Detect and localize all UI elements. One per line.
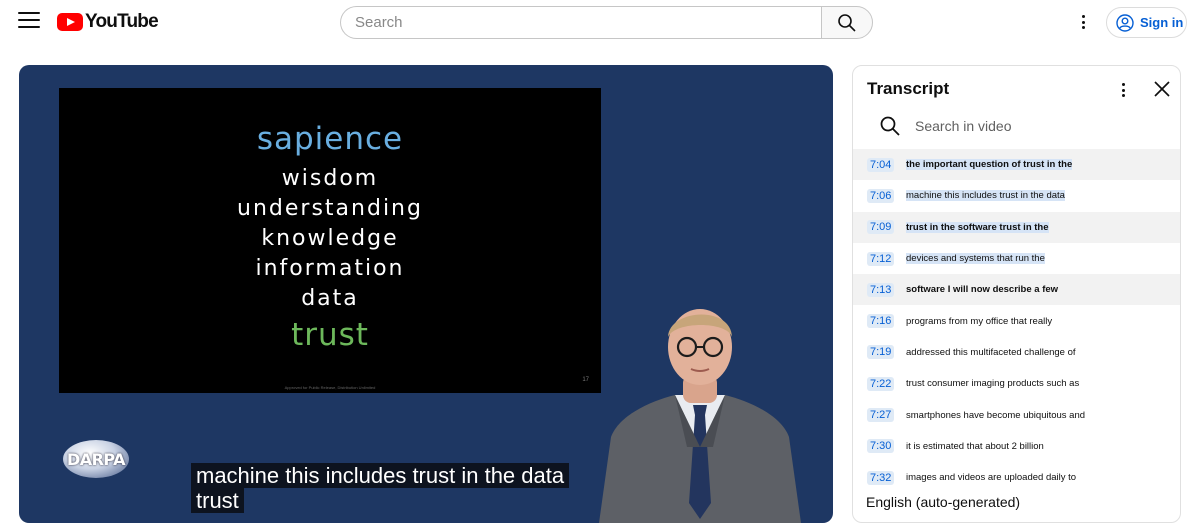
slide-number: 17 — [582, 377, 589, 383]
slide-line: trust — [291, 317, 369, 353]
slide-line: sapience — [256, 121, 404, 157]
transcript-text: programs from my office that really — [906, 315, 1053, 327]
transcript-language-selector[interactable]: English (auto-generated) — [866, 494, 1020, 510]
transcript-text: the important question of trust in the — [906, 159, 1073, 171]
search-icon[interactable] — [879, 115, 901, 137]
transcript-row[interactable]: 7:06 machine this includes trust in the … — [853, 180, 1180, 211]
transcript-text: machine this includes trust in the data — [906, 190, 1065, 202]
transcript-row[interactable]: 7:30 it is estimated that about 2 billio… — [853, 431, 1180, 462]
transcript-row[interactable]: 7:27 smartphones have become ubiquitous … — [853, 399, 1180, 430]
transcript-row[interactable]: 7:32 images and videos are uploaded dail… — [853, 462, 1180, 493]
darpa-logo-text: DARPA — [66, 449, 126, 469]
slide-footer: Approved for Public Release, Distributio… — [284, 385, 376, 390]
transcript-text: smartphones have become ubiquitous and — [906, 409, 1086, 421]
transcript-search-input[interactable] — [915, 116, 1155, 136]
menu-icon[interactable] — [18, 12, 40, 32]
transcript-timestamp[interactable]: 7:12 — [867, 251, 895, 266]
transcript-list: 7:04 the important question of trust in … — [853, 149, 1180, 493]
darpa-logo: DARPA — [63, 440, 129, 478]
transcript-text: images and videos are uploaded daily to — [906, 472, 1077, 484]
transcript-row[interactable]: 7:09 trust in the software trust in the — [853, 211, 1180, 243]
account-circle-icon — [1116, 13, 1134, 32]
youtube-play-icon — [57, 13, 83, 31]
search-bar — [340, 6, 873, 39]
transcript-timestamp[interactable]: 7:30 — [867, 439, 895, 454]
slide-line: understanding — [237, 196, 423, 221]
presentation-slide: sapience wisdom understanding knowledge … — [59, 88, 601, 393]
transcript-row[interactable]: 7:04 the important question of trust in … — [853, 149, 1180, 181]
transcript-row[interactable]: 7:22 trust consumer imaging products suc… — [853, 368, 1180, 399]
transcript-timestamp[interactable]: 7:16 — [867, 314, 895, 329]
transcript-row[interactable]: 7:13 software I will now describe a few — [853, 274, 1180, 306]
youtube-logo[interactable]: YouTube — [57, 11, 159, 32]
search-button[interactable] — [821, 6, 873, 39]
slide-line: data — [301, 286, 359, 311]
sign-in-button[interactable]: Sign in — [1106, 7, 1187, 38]
slide-line: information — [255, 256, 405, 281]
presenter-figure — [599, 309, 801, 523]
transcript-timestamp[interactable]: 7:04 — [867, 157, 895, 172]
slide-line: knowledge — [261, 226, 399, 251]
transcript-timestamp[interactable]: 7:06 — [867, 188, 895, 203]
transcript-timestamp[interactable]: 7:13 — [867, 282, 895, 297]
caption-line: machine this includes trust in the data — [191, 463, 570, 488]
transcript-row[interactable]: 7:16 programs from my office that really — [853, 305, 1180, 336]
video-player[interactable]: sapience wisdom understanding knowledge … — [19, 65, 833, 523]
transcript-text: devices and systems that run the — [906, 253, 1045, 265]
more-vert-icon[interactable] — [1118, 81, 1128, 99]
transcript-text: it is estimated that about 2 billion — [906, 440, 1044, 452]
transcript-text: trust in the software trust in the — [906, 221, 1049, 233]
search-icon — [838, 13, 856, 32]
search-input[interactable] — [355, 14, 821, 31]
transcript-text: software I will now describe a few — [906, 284, 1059, 296]
search-box — [340, 6, 821, 39]
caption-line: trust — [191, 488, 244, 513]
transcript-row[interactable]: 7:19 addressed this multifaceted challen… — [853, 337, 1180, 368]
transcript-text: addressed this multifaceted challenge of — [906, 346, 1076, 358]
video-caption: machine this includes trust in the data … — [191, 463, 570, 513]
close-icon[interactable] — [1153, 80, 1171, 98]
more-vert-icon[interactable] — [1077, 12, 1089, 32]
top-bar: YouTube Sign in — [0, 0, 1200, 44]
slide-line: wisdom — [281, 166, 379, 191]
transcript-row[interactable]: 7:12 devices and systems that run the — [853, 243, 1180, 274]
transcript-panel: Transcript 7:04 the important question o… — [852, 65, 1181, 523]
logo-text: YouTube — [85, 11, 159, 32]
transcript-timestamp[interactable]: 7:22 — [867, 376, 895, 391]
transcript-timestamp[interactable]: 7:32 — [867, 470, 895, 485]
transcript-timestamp[interactable]: 7:09 — [867, 220, 895, 235]
sign-in-label: Sign in — [1140, 15, 1184, 30]
transcript-timestamp[interactable]: 7:19 — [867, 345, 895, 360]
transcript-timestamp[interactable]: 7:27 — [867, 408, 895, 423]
transcript-title: Transcript — [867, 79, 950, 98]
transcript-text: trust consumer imaging products such as — [906, 378, 1080, 390]
